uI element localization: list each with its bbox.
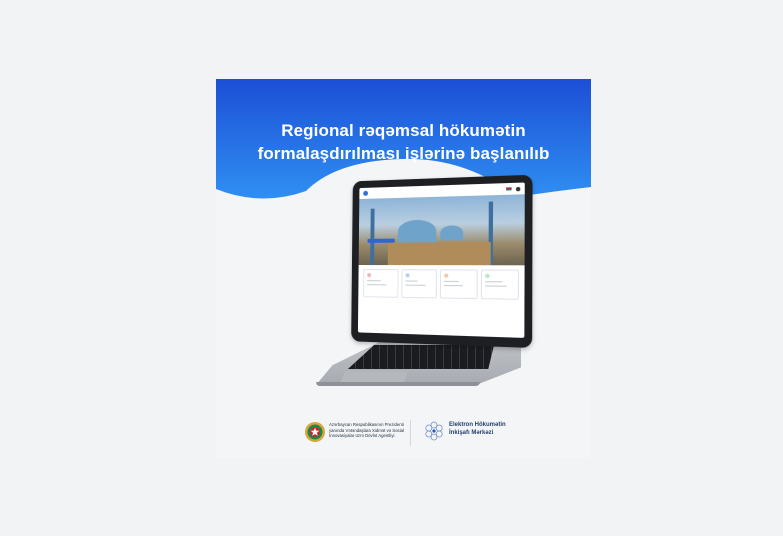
dome-shape (440, 225, 464, 241)
service-cards (358, 265, 524, 304)
minaret-shape (370, 208, 375, 266)
e-government-center-logo-icon (425, 421, 443, 441)
avatar-icon (515, 186, 521, 191)
center-name-line-2: İnkişafı Mərkəzi (449, 429, 494, 436)
website-hero-image (358, 194, 525, 266)
laptop-screen (357, 182, 525, 338)
agency-name: Azərbaycan Respublikasının Prezidenti ya… (329, 422, 405, 438)
laptop-screen-frame (351, 174, 533, 349)
logo-divider (410, 420, 411, 446)
state-emblem-icon (305, 422, 325, 442)
service-card (363, 269, 399, 298)
announcement-card: Regional rəqəmsal hökumətin formalaşdırı… (216, 79, 591, 458)
center-name: Elektron Hökumətin İnkişafı Mərkəzi (449, 422, 506, 437)
service-icon (404, 273, 410, 278)
laptop-base-edge (315, 382, 481, 386)
laptop-illustration (216, 79, 591, 458)
footer-logos: Azərbaycan Respublikasının Prezidenti ya… (216, 414, 591, 454)
mosque-building-shape (387, 241, 491, 266)
service-card (400, 269, 437, 299)
center-name-line-1: Elektron Hökumətin (449, 422, 506, 428)
service-card (480, 269, 520, 300)
flag-icon (506, 187, 512, 191)
service-icon (484, 273, 490, 279)
dome-shape (397, 219, 437, 243)
site-logo-icon (363, 190, 369, 196)
service-icon (367, 273, 372, 278)
hero-banner-strip (367, 238, 395, 243)
service-card (439, 269, 478, 300)
service-icon (444, 273, 449, 278)
